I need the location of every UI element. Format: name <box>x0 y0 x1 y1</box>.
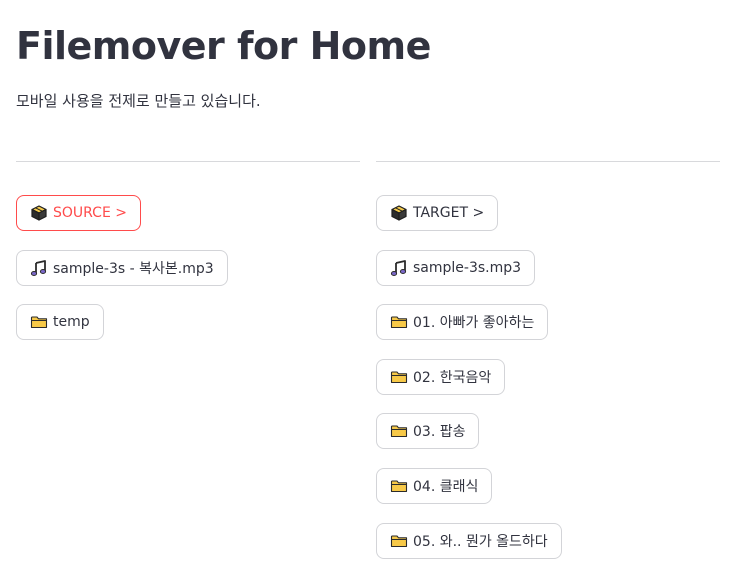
source-folder-label: temp <box>53 314 90 331</box>
package-icon <box>30 204 48 222</box>
package-icon <box>390 204 408 222</box>
music-note-icon <box>30 259 48 277</box>
target-header-label: TARGET > <box>413 205 485 221</box>
target-folder-label: 05. 와.. 뭔가 올드하다 <box>413 533 548 550</box>
target-folder-button[interactable]: 03. 팝송 <box>376 413 480 450</box>
target-folder-label: 01. 아빠가 좋아하는 <box>413 315 535 332</box>
source-file-label: sample-3s - 복사본.mp3 <box>53 260 214 277</box>
folder-icon <box>390 477 408 495</box>
target-folder-label: 04. 클래식 <box>413 478 479 495</box>
target-folder-button[interactable]: 04. 클래식 <box>376 467 493 504</box>
target-file-button[interactable]: sample-3s.mp3 <box>376 249 536 286</box>
target-folder-button[interactable]: 01. 아빠가 좋아하는 <box>376 304 549 341</box>
source-column: SOURCE > sample-3s - 복사본.mp3 temp <box>16 161 360 359</box>
target-folder-label: 02. 한국음악 <box>413 369 492 386</box>
folder-icon <box>30 313 48 331</box>
target-folder-button[interactable]: 05. 와.. 뭔가 올드하다 <box>376 522 562 559</box>
target-folder-button[interactable]: 02. 한국음악 <box>376 358 506 395</box>
source-file-button[interactable]: sample-3s - 복사본.mp3 <box>16 249 228 286</box>
source-header-label: SOURCE > <box>53 205 127 221</box>
source-header-button[interactable]: SOURCE > <box>16 195 141 231</box>
page-title: Filemover for Home <box>16 24 431 68</box>
music-note-icon <box>390 259 408 277</box>
folder-icon <box>390 532 408 550</box>
target-column: TARGET > sample-3s.mp3 01. 아빠가 좋아하는 02. … <box>376 161 720 577</box>
folder-icon <box>390 313 408 331</box>
folder-icon <box>390 422 408 440</box>
source-divider <box>16 161 360 162</box>
source-folder-button[interactable]: temp <box>16 304 104 341</box>
target-divider <box>376 161 720 162</box>
folder-icon <box>390 368 408 386</box>
page-subtitle: 모바일 사용을 전제로 만들고 있습니다. <box>16 92 261 110</box>
target-folder-label: 03. 팝송 <box>413 424 466 441</box>
target-header-button[interactable]: TARGET > <box>376 195 499 231</box>
target-file-label: sample-3s.mp3 <box>413 259 522 276</box>
